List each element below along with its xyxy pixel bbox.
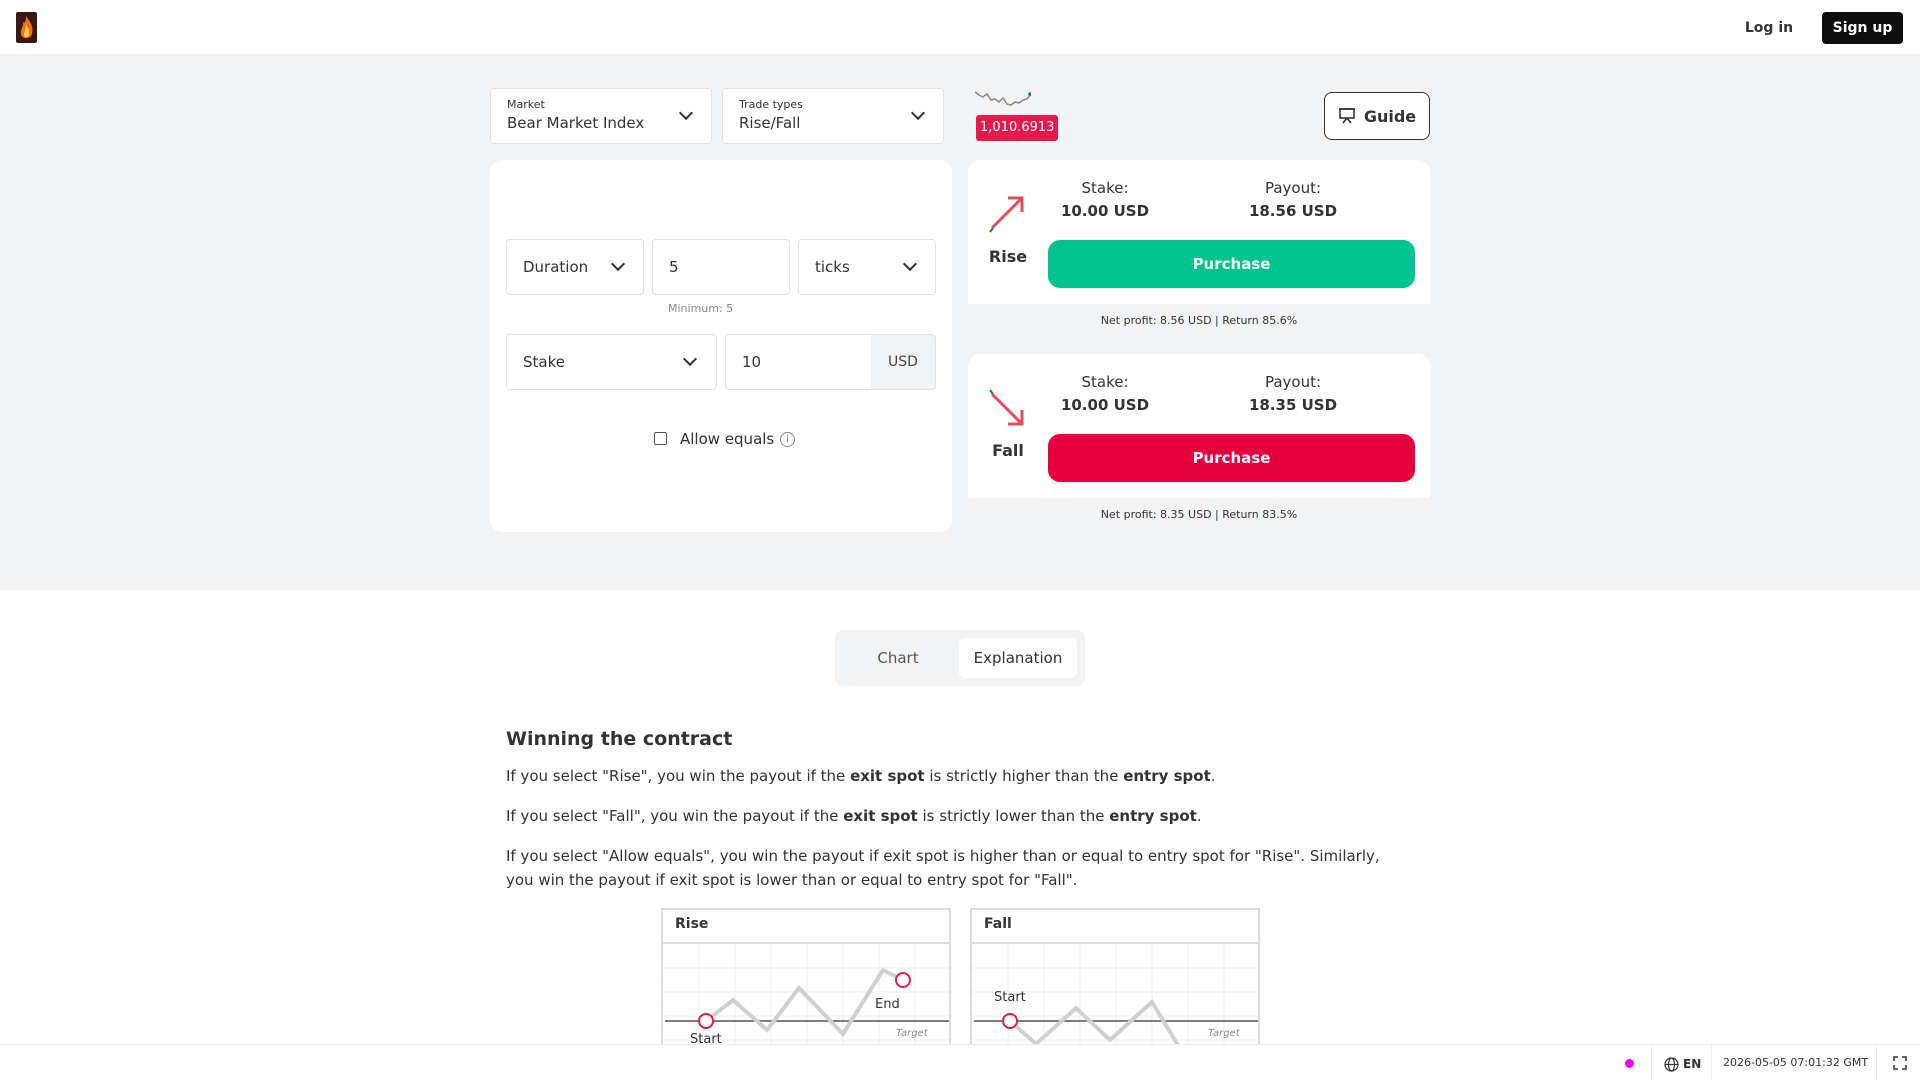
fall-net-profit: Net profit: 8.35 USD | Return 83.5% [968, 498, 1430, 532]
allow-equals-checkbox[interactable] [654, 432, 667, 445]
header: Log in Sign up [0, 0, 1920, 55]
rise-diagram-end-label: End [875, 997, 900, 1012]
chevron-down-icon [682, 351, 698, 367]
duration-value: 5 [669, 258, 679, 276]
fall-label: Fall [992, 441, 1024, 460]
fall-contract-card: Fall Stake: 10.00 USD Payout: 18.35 USD … [968, 354, 1430, 532]
fall-diagram-title: Fall [984, 916, 1012, 932]
duration-type-select[interactable]: Duration [506, 239, 644, 295]
fall-diagram-start-label: Start [994, 990, 1026, 1005]
rise-net-profit: Net profit: 8.56 USD | Return 85.6% [968, 304, 1430, 338]
trading-area [0, 55, 1920, 590]
fall-payout-label: Payout: [1264, 373, 1322, 391]
view-tabs: Chart Explanation [835, 630, 1085, 686]
globe-icon [1664, 1056, 1679, 1072]
status-bar: EN 2026-05-05 07:01:32 GMT [0, 1044, 1920, 1080]
language-label: EN [1683, 1057, 1702, 1071]
stake-amount-input[interactable]: 10 [725, 334, 872, 390]
fall-stake-value: 10.00 USD [1060, 396, 1150, 414]
fall-stake-label: Stake: [1081, 373, 1129, 391]
rise-diagram-target-label: Target [896, 1028, 928, 1039]
allow-equals-label[interactable]: Allow equals [680, 430, 774, 448]
stake-currency: USD [871, 334, 936, 390]
stake-amount-value: 10 [742, 353, 762, 371]
duration-type-value: Duration [523, 258, 589, 276]
rise-payout-label: Payout: [1264, 179, 1322, 197]
rise-contract-card: Rise Stake: 10.00 USD Payout: 18.56 USD … [968, 160, 1430, 338]
chevron-down-icon [902, 256, 918, 272]
duration-unit-select[interactable]: ticks [798, 239, 936, 295]
rise-stake-value: 10.00 USD [1060, 202, 1150, 220]
fullscreen-icon[interactable] [1893, 1056, 1907, 1070]
language-selector[interactable]: EN [1664, 1054, 1701, 1074]
explanation-title: Winning the contract [506, 728, 733, 750]
login-button[interactable]: Log in [1734, 12, 1804, 44]
trade-type-value: Rise/Fall [739, 114, 801, 132]
tab-chart[interactable]: Chart [843, 638, 953, 678]
market-select[interactable]: Market Bear Market Index [490, 88, 712, 144]
rise-diagram-title: Rise [675, 916, 709, 932]
explanation-allow-equals-paragraph: If you select "Allow equals", you win th… [506, 847, 1380, 889]
market-label: Market [507, 98, 545, 111]
spot-price-badge: 1,010.6913 [976, 115, 1059, 141]
chevron-down-icon [910, 105, 926, 121]
logo[interactable] [16, 12, 37, 43]
presentation-icon [1338, 108, 1355, 124]
rise-arrow-icon [989, 196, 1024, 233]
duration-minimum-hint: Minimum: 5 [668, 302, 734, 315]
fall-arrow-icon [989, 389, 1024, 426]
rise-label: Rise [988, 247, 1028, 266]
rise-diagram: Rise End Start Target [661, 908, 951, 1048]
fall-payout-value: 18.35 USD [1248, 396, 1338, 414]
rise-payout-value: 18.56 USD [1248, 202, 1338, 220]
fall-diagram: Fall Start Target [970, 908, 1260, 1048]
chevron-down-icon [610, 256, 626, 272]
guide-button[interactable]: Guide [1324, 92, 1430, 140]
price-sparkline [975, 91, 1031, 106]
rise-stake-label: Stake: [1081, 179, 1129, 197]
chevron-down-icon [678, 105, 694, 121]
stake-type-select[interactable]: Stake [506, 334, 717, 390]
trade-type-select[interactable]: Trade types Rise/Fall [722, 88, 944, 144]
server-time: 2026-05-05 07:01:32 GMT [1723, 1056, 1869, 1069]
connection-status-dot [1625, 1059, 1634, 1068]
guide-label: Guide [1363, 106, 1417, 126]
signup-button[interactable]: Sign up [1822, 12, 1903, 44]
duration-input[interactable]: 5 [652, 239, 790, 295]
explanation-rise-paragraph: If you select "Rise", you win the payout… [506, 767, 1216, 785]
fall-diagram-target-label: Target [1208, 1028, 1240, 1039]
rise-purchase-button[interactable]: Purchase [1048, 240, 1415, 288]
explanation-fall-paragraph: If you select "Fall", you win the payout… [506, 807, 1202, 825]
fall-purchase-button[interactable]: Purchase [1048, 434, 1415, 482]
tab-explanation[interactable]: Explanation [959, 638, 1077, 678]
duration-unit-value: ticks [815, 258, 850, 276]
stake-type-value: Stake [523, 353, 565, 371]
market-value: Bear Market Index [507, 114, 645, 132]
info-icon[interactable]: i [780, 432, 795, 447]
trade-type-label: Trade types [739, 98, 803, 111]
